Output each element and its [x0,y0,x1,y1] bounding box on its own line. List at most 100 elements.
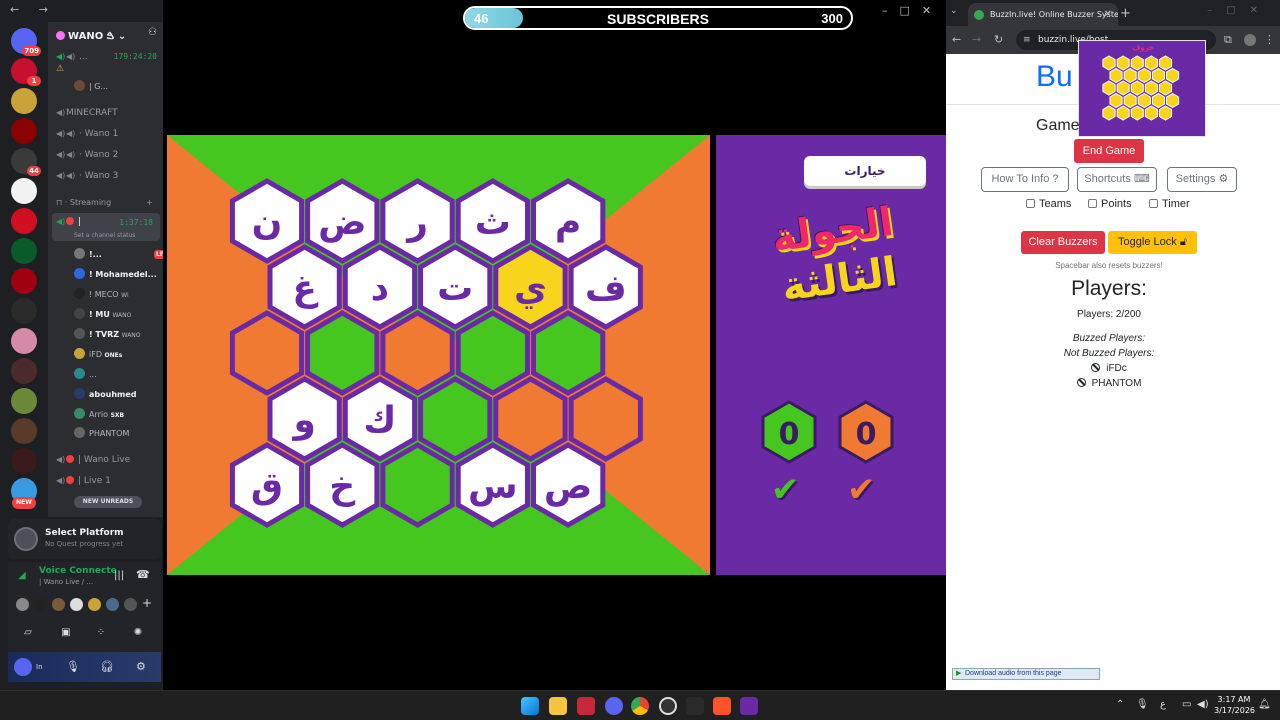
hex-cell[interactable]: ن [229,178,305,264]
voice-channel-wano-1[interactable]: ◀)◀) · Wano 1 [56,127,118,141]
camera-off-icon[interactable]: ▱ [14,624,42,642]
voice-status[interactable]: Voice Connecte [39,566,117,576]
add-icon[interactable]: + [142,596,152,610]
hex-cell[interactable] [531,310,606,396]
discord-home-icon[interactable]: 709 [11,28,41,56]
player-row[interactable]: PHANTOM [946,378,1272,389]
close-tab-icon[interactable]: ✕ [1104,3,1112,26]
back-forward-icons[interactable]: ← → [10,3,56,16]
points-checkbox[interactable]: Points [1088,198,1132,210]
voice-channel-live-1[interactable]: ◀) | Live 1 [56,474,111,488]
profile-avatar[interactable] [1244,34,1256,46]
game-app-icon[interactable] [740,697,758,715]
teams-checkbox[interactable]: Teams [1026,198,1071,210]
server-icon[interactable] [11,388,37,414]
shortcuts-button[interactable]: Shortcuts ⌨ [1077,167,1157,192]
hex-cell[interactable] [229,310,305,396]
server-icon[interactable] [11,268,37,294]
hex-cell[interactable]: ث [455,178,530,264]
hex-cell[interactable]: ي [493,244,568,330]
server-icon[interactable] [11,208,37,234]
hex-cell[interactable] [568,376,643,462]
server-icon[interactable] [11,88,37,114]
hex-cell[interactable]: ر [380,178,455,264]
user-avatar[interactable] [14,658,32,676]
hex-cell[interactable]: ك [342,376,418,462]
server-icon[interactable]: 44 [11,148,41,176]
chrome-icon[interactable] [631,697,649,715]
clock[interactable]: 3:17 AM 3/17/2026 [1214,694,1255,716]
back-icon[interactable]: ← [952,33,961,46]
hex-cell[interactable] [380,442,455,528]
hex-cell[interactable]: د [342,244,418,330]
server-icon[interactable] [11,358,37,384]
voice-channel-wano-live[interactable]: ◀) | Wano Live [56,453,130,467]
hex-cell[interactable]: ف [568,244,643,330]
player-row[interactable]: iFDc [946,363,1272,374]
hex-cell[interactable] [455,310,530,396]
hex-cell[interactable]: ص [531,442,606,528]
server-icon[interactable] [11,238,37,264]
screen-share-icon[interactable]: ▣ [52,624,80,642]
voice-user[interactable]: iFD ONEs [74,348,122,362]
file-explorer-icon[interactable] [549,697,567,715]
discord-window-controls[interactable]: –□✕ [882,4,943,17]
checkbox-box[interactable] [1149,199,1158,208]
add-channel-icon[interactable]: + [146,198,153,207]
hex-cell[interactable]: س [455,442,530,528]
tray-overflow-icon[interactable]: ⌃ [1116,699,1124,710]
hex-cell[interactable] [380,310,455,396]
voice-user[interactable]: abouhmed [74,388,137,402]
server-icon[interactable] [11,328,37,354]
green-check-icon[interactable]: ✔ [771,470,800,510]
streaming-channel[interactable]: ◀) | [56,215,81,229]
network-icon[interactable]: ▭ [1182,699,1191,710]
discord-icon[interactable] [605,697,623,715]
voice-user[interactable]: ! MECO Wi [74,288,129,302]
settings-gear-icon[interactable]: ⚙ [136,660,146,673]
voice-channel-wano-3[interactable]: ◀)◀) · Wano 3 [56,169,118,183]
hex-cell[interactable]: و [267,376,342,462]
noise-suppression-icon[interactable]: ||| [114,570,124,581]
checkbox-box[interactable] [1026,199,1035,208]
avatar[interactable] [70,598,83,611]
voice-user[interactable]: ! TVRZ WANO [74,328,141,342]
voice-user[interactable]: ... [74,368,97,382]
voice-channel-wano-2[interactable]: ◀)◀) · Wano 2 [56,148,118,162]
download-audio-bar[interactable]: ▶ Download audio from this page [952,668,1100,680]
channel-status[interactable]: Set a channel status [74,229,135,243]
volume-icon[interactable]: ◀) [1197,699,1209,710]
end-game-button[interactable]: End Game [1074,139,1144,163]
hex-cell[interactable] [418,376,493,462]
timer-checkbox[interactable]: Timer [1149,198,1190,210]
avatar[interactable] [124,598,137,611]
tab-search-icon[interactable]: ⌄ [950,6,958,16]
site-brand[interactable]: Bu [1036,60,1073,94]
clear-buzzers-button[interactable]: Clear Buzzers [1021,231,1105,254]
server-icon[interactable] [11,448,37,474]
checkbox-box[interactable] [1088,199,1097,208]
options-button[interactable]: خيارات [804,156,926,186]
voice-channel-minecraft[interactable]: ◀)MINECRAFT [56,106,118,120]
server-icon[interactable] [11,118,37,144]
browser-window-controls[interactable]: –□✕ [1207,5,1272,16]
menu-icon[interactable]: ⋮ [1264,33,1275,46]
server-icon[interactable]: 1 [11,58,41,86]
hex-cell[interactable] [305,310,380,396]
hex-cell[interactable]: ض [305,178,380,264]
avatar[interactable] [34,598,47,611]
hex-cell[interactable]: م [531,178,606,264]
avatar[interactable] [106,598,119,611]
soundboard-icon[interactable]: ✺ [124,624,152,642]
epic-games-icon[interactable] [686,697,704,715]
voice-user[interactable]: !... [74,248,102,262]
mic-tray-icon[interactable]: 🎙︎ [1136,699,1149,710]
quest-panel[interactable]: Select Platform No Quest progress yet [8,519,161,559]
hex-cell[interactable]: خ [305,442,380,528]
forward-icon[interactable]: → [972,33,981,46]
voice-user[interactable]: Arrio SXB [74,408,124,422]
hex-cell[interactable]: ت [418,244,493,330]
server-icon[interactable] [11,418,37,444]
activities-icon[interactable]: ⁘ [87,624,115,642]
avatar[interactable] [16,598,29,611]
